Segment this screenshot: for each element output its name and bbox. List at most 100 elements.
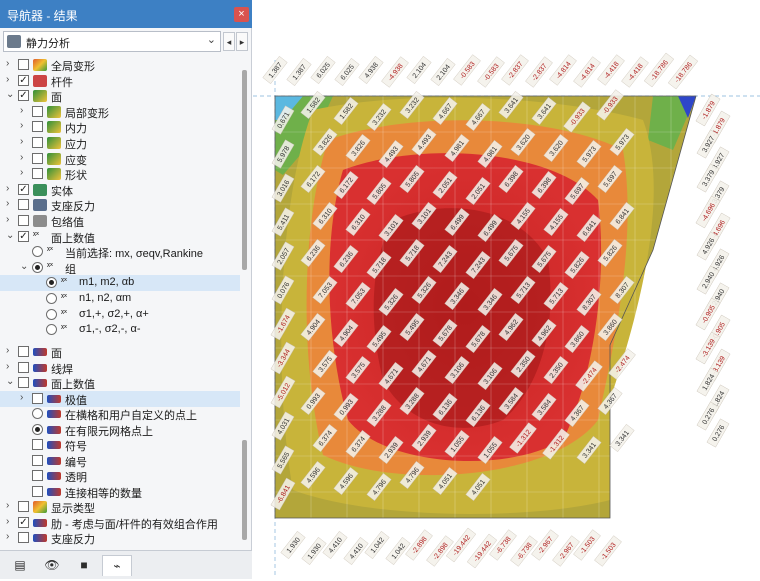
tree-row-tree_top-1[interactable]: › ✓ 杆件	[0, 73, 240, 89]
surface-contour-plot[interactable]: 1.387 1.387 6.025 6.025 4.938 -4.938 2.104 2.10…	[253, 0, 760, 578]
checkbox[interactable]	[32, 137, 43, 148]
pen-icon	[47, 410, 61, 418]
tree-row-tree_bottom-11[interactable]: › ✓ 肋 - 考虑与面/杆件的有效组合作用	[0, 515, 240, 531]
pen-icon	[47, 441, 61, 449]
tree-row-tree_bottom-5[interactable]: 在有限元网格点上	[0, 422, 240, 438]
tree-row-tree_bottom-1[interactable]: › 线焊	[0, 360, 240, 376]
radio-button[interactable]	[46, 324, 57, 336]
tree-row-tree_top-6[interactable]: › 应变	[0, 151, 240, 167]
tree-row-tree_top-16[interactable]: ᵡˣ σ1,+, σ2,+, α+	[0, 307, 240, 323]
tree-row-tree_top-17[interactable]: ᵡˣ σ1,-, σ2,-, α-	[0, 322, 240, 338]
tree-row-tree_top-11[interactable]: ⌄ ✓ ᵡˣ 面上数值	[0, 229, 240, 245]
expand-chevron-icon[interactable]: ›	[6, 58, 15, 69]
expand-chevron-icon[interactable]: ›	[20, 167, 29, 178]
radio-button[interactable]	[46, 293, 57, 304]
tree-row-tree_bottom-8[interactable]: 透明	[0, 468, 240, 484]
tree-row-tree_top-0[interactable]: › 全局变形	[0, 57, 240, 73]
tree-row-tree_top-3[interactable]: › 局部变形	[0, 104, 240, 120]
checkbox[interactable]	[32, 470, 43, 481]
radio-button[interactable]	[32, 408, 43, 419]
expand-chevron-icon[interactable]: ›	[6, 74, 15, 85]
checkbox[interactable]	[32, 152, 43, 164]
radio-button[interactable]	[32, 261, 43, 273]
tree-row-tree_top-2[interactable]: ⌄ ✓ 面	[0, 88, 240, 104]
checkbox[interactable]: ✓	[18, 90, 29, 102]
checkbox[interactable]	[32, 454, 43, 466]
radio-button[interactable]	[46, 277, 57, 289]
tree-row-tree_top-9[interactable]: › 支座反力	[0, 197, 240, 213]
tree-scrollbar[interactable]	[242, 70, 247, 270]
checkbox[interactable]	[32, 121, 43, 133]
tree-row-tree_bottom-7[interactable]: 编号	[0, 453, 240, 469]
tree-row-tree_bottom-4[interactable]: 在横格和用户自定义的点上	[0, 406, 240, 422]
collapse-chevron-icon[interactable]: ⌄	[6, 89, 15, 100]
expand-chevron-icon[interactable]: ›	[6, 500, 15, 511]
checkbox[interactable]	[32, 392, 43, 404]
checkbox[interactable]: ✓	[18, 230, 29, 242]
view-tab-icon[interactable]: 👁	[38, 555, 66, 575]
checkbox[interactable]: ✓	[18, 516, 29, 528]
expand-chevron-icon[interactable]: ›	[6, 214, 15, 225]
radio-button[interactable]	[32, 423, 43, 435]
radio-button[interactable]	[32, 246, 43, 258]
expand-chevron-icon[interactable]: ›	[20, 392, 29, 403]
checkbox[interactable]	[18, 532, 29, 543]
tree-row-tree_bottom-3[interactable]: › 极值	[0, 390, 240, 407]
expand-chevron-icon[interactable]: ›	[20, 105, 29, 116]
checkbox[interactable]: ✓	[18, 74, 29, 86]
checkbox[interactable]	[32, 168, 43, 180]
tree-row-tree_top-4[interactable]: › 内力	[0, 119, 240, 135]
checkbox[interactable]	[18, 346, 29, 357]
expand-chevron-icon[interactable]: ›	[6, 345, 15, 356]
checkbox[interactable]	[18, 377, 29, 388]
next-loadcase-button[interactable]: ▸	[236, 32, 248, 51]
tree-row-tree_top-13[interactable]: ⌄ ᵡˣ 组	[0, 260, 240, 276]
tree-row-tree_bottom-12[interactable]: › 支座反力	[0, 530, 240, 546]
collapse-chevron-icon[interactable]: ⌄	[6, 376, 15, 387]
prev-loadcase-button[interactable]: ◂	[223, 32, 235, 51]
value-label: 4.938	[358, 56, 384, 84]
analysis-type-dropdown[interactable]: 静力分析 ⌄	[3, 31, 221, 52]
tree-row-tree_top-5[interactable]: › 应力	[0, 135, 240, 151]
close-icon[interactable]: ×	[234, 7, 249, 22]
expand-chevron-icon[interactable]: ›	[20, 120, 29, 131]
expand-chevron-icon[interactable]: ›	[20, 136, 29, 147]
tree-row-tree_top-7[interactable]: › 形状	[0, 166, 240, 182]
expand-chevron-icon[interactable]: ›	[6, 531, 15, 542]
graphics-viewport[interactable]: 1.387 1.387 6.025 6.025 4.938 -4.938 2.104 2.10…	[253, 0, 760, 578]
checkbox[interactable]	[18, 199, 29, 211]
expand-chevron-icon[interactable]: ›	[6, 516, 15, 527]
checkbox[interactable]	[32, 485, 43, 497]
tree-row-tree_top-15[interactable]: ᵡˣ n1, n2, αm	[0, 291, 240, 307]
collapse-chevron-icon[interactable]: ⌄	[20, 261, 29, 272]
collapse-chevron-icon[interactable]: ⌄	[6, 230, 15, 241]
expand-chevron-icon[interactable]: ›	[6, 198, 15, 209]
tree-row-tree_top-14[interactable]: ᵡˣ m1, m2, αb	[0, 275, 240, 292]
checkbox[interactable]	[32, 105, 43, 117]
expand-chevron-icon[interactable]: ›	[6, 361, 15, 372]
checkbox[interactable]	[18, 59, 29, 70]
checkbox[interactable]: ✓	[18, 183, 29, 195]
checkbox[interactable]	[18, 361, 29, 373]
chevron-down-icon[interactable]: ⌄	[207, 33, 216, 46]
tree-row-tree_bottom-9[interactable]: 连接相等的数量	[0, 484, 240, 500]
value-label: 1.042	[364, 531, 390, 559]
tree-row-tree_bottom-10[interactable]: › 显示类型	[0, 499, 240, 515]
data-tab-icon[interactable]: ▤	[6, 555, 34, 575]
tree-row-tree_top-10[interactable]: › 包络值	[0, 213, 240, 229]
results-tab-icon[interactable]: ⌁	[102, 555, 132, 576]
tree-row-tree_bottom-0[interactable]: › 面	[0, 344, 240, 360]
checkbox[interactable]	[32, 439, 43, 450]
checkbox[interactable]	[18, 501, 29, 512]
expand-chevron-icon[interactable]: ›	[20, 152, 29, 163]
tree-row-tree_bottom-2[interactable]: ⌄ 面上数值	[0, 375, 240, 391]
tree-row-tree_top-8[interactable]: › ✓ 实体	[0, 182, 240, 198]
radio-button[interactable]	[46, 308, 57, 320]
expand-chevron-icon[interactable]: ›	[6, 183, 15, 194]
checkbox[interactable]	[18, 215, 29, 226]
tree-row-tree_top-12[interactable]: ᵡˣ 当前选择: mx, σeqv,Rankine	[0, 244, 240, 260]
video-tab-icon[interactable]: ■	[70, 555, 98, 575]
options-scrollbar[interactable]	[242, 440, 247, 540]
tree-label: σ1,+, σ2,+, α+	[79, 307, 149, 320]
tree-row-tree_bottom-6[interactable]: 符号	[0, 437, 240, 453]
